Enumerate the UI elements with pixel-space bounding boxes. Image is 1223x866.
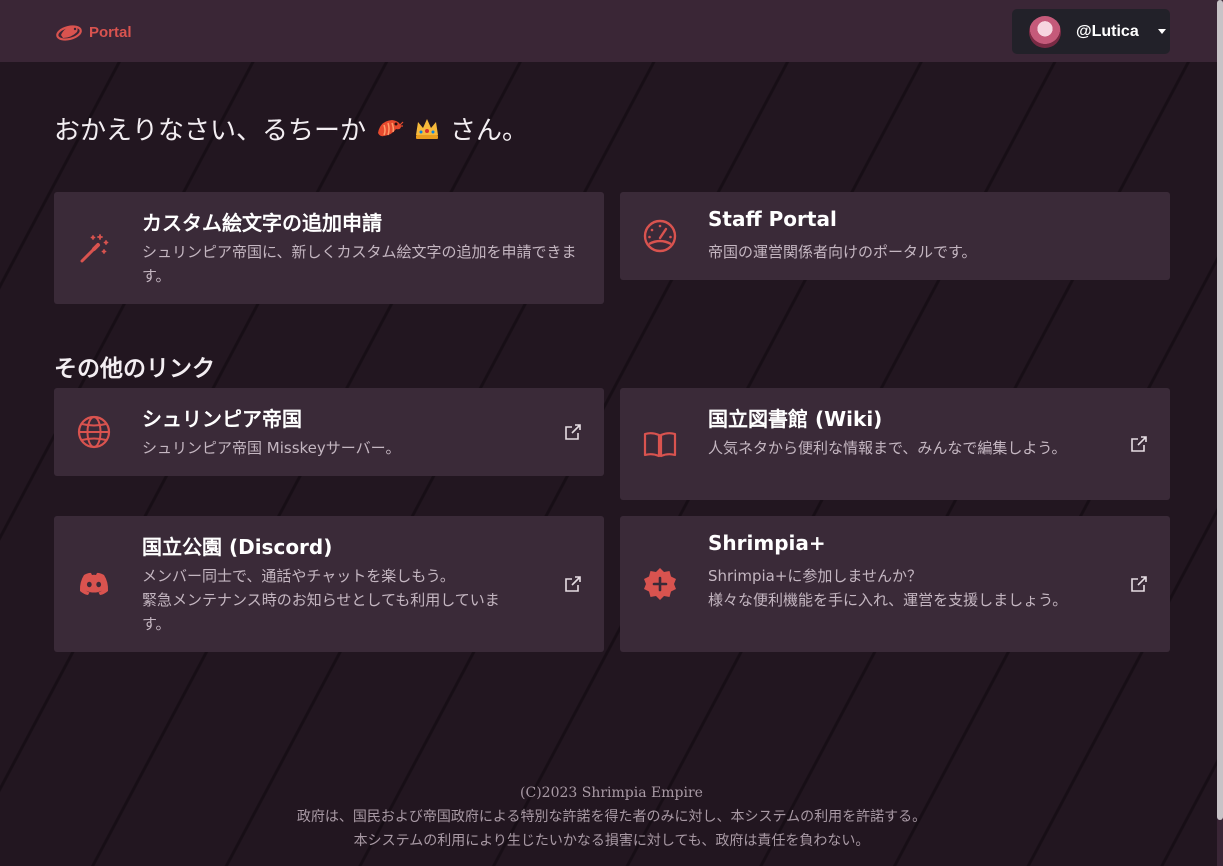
card-description: メンバー同士で、通話やチャットを楽しもう。 緊急メンテナンス時のお知らせとしても… [142, 564, 502, 636]
footer: (C)2023 Shrimpia Empire 政府は、国民および帝国政府による… [0, 781, 1223, 853]
card-title: 国立図書館 (Wiki) [708, 407, 883, 431]
external-link-icon [564, 423, 582, 441]
open-book-icon [642, 426, 678, 462]
caret-down-icon [1157, 29, 1166, 34]
link-card-discord[interactable]: 国立公園 (Discord) メンバー同士で、通話やチャットを楽しもう。 緊急メ… [54, 516, 604, 652]
scrollbar-thumb[interactable] [1217, 0, 1223, 820]
external-link-icon [564, 575, 582, 593]
user-menu-button[interactable]: @Lutica [1012, 9, 1170, 54]
link-card-shrimpia-empire[interactable]: シュリンピア帝国 シュリンピア帝国 Misskeyサーバー。 [54, 388, 604, 476]
external-link-icon [1130, 435, 1148, 453]
card-title: シュリンピア帝国 [142, 407, 302, 431]
footer-license: 政府は、国民および帝国政府による特別な許諾を得た者のみに対し、本システムの利用を… [296, 809, 927, 825]
shrimp-logo-icon [56, 25, 82, 41]
card-title: Staff Portal [708, 207, 837, 231]
brand-link[interactable]: Portal [55, 18, 132, 46]
card-description-line: メンバー同士で、通話やチャットを楽しもう。 [142, 567, 455, 585]
magic-wand-icon [76, 230, 112, 266]
external-link-icon [1130, 575, 1148, 593]
other-links-heading: その他のリンク [54, 356, 215, 382]
user-name: @Lutica [1076, 22, 1139, 40]
card-description-line: Shrimpia+に参加しませんか？ [708, 567, 922, 585]
footer-disclaimer: 本システムの利用により生じたいかなる損害に対しても、政府は責任を負わない。 [353, 833, 870, 849]
discord-icon [76, 566, 112, 602]
link-card-wiki[interactable]: 国立図書館 (Wiki) 人気ネタから便利な情報まで、みんなで編集しよう。 [620, 388, 1170, 500]
navbar: Portal @Lutica [0, 0, 1223, 62]
greeting-prefix: おかえりなさい、るちーか [54, 115, 367, 146]
greeting-suffix: さん。 [450, 115, 529, 146]
speedometer-icon [642, 218, 678, 254]
card-description-line: 様々な便利機能を手に入れ、運営を支援しましょう。 [708, 591, 1068, 609]
card-title: 国立公園 (Discord) [142, 535, 333, 559]
card-description: 人気ネタから便利な情報まで、みんなで編集しよう。 [708, 439, 1067, 457]
card-description: Shrimpia+に参加しませんか？ 様々な便利機能を手に入れ、運営を支援しまし… [708, 564, 1068, 612]
footer-copyright: (C)2023 Shrimpia Empire [520, 785, 703, 801]
card-staff-portal[interactable]: Staff Portal 帝国の運営関係者向けのポータルです。 [620, 192, 1170, 280]
globe-icon [76, 414, 112, 450]
card-title: Shrimpia+ [708, 531, 826, 555]
scrollbar-track[interactable] [1217, 0, 1223, 866]
card-title: カスタム絵文字の追加申請 [142, 211, 382, 235]
avatar [1029, 15, 1061, 48]
plus-badge-icon [642, 566, 678, 602]
brand-name: Portal [89, 23, 132, 41]
card-description-line: 緊急メンテナンス時のお知らせとしても利用しています。 [142, 591, 500, 633]
card-description: シュリンピア帝国に、新しくカスタム絵文字の追加を申請できます。 [142, 243, 577, 285]
card-description: シュリンピア帝国 Misskeyサーバー。 [142, 439, 401, 457]
link-card-shrimpia-plus[interactable]: Shrimpia+ Shrimpia+に参加しませんか？ 様々な便利機能を手に入… [620, 516, 1170, 652]
card-description: 帝国の運営関係者向けのポータルです。 [708, 243, 977, 261]
shrimp-emoji-icon [378, 120, 404, 137]
card-custom-emoji[interactable]: カスタム絵文字の追加申請 シュリンピア帝国に、新しくカスタム絵文字の追加を申請で… [54, 192, 604, 304]
greeting-title: おかえりなさい、るちーか さん。 [54, 108, 528, 148]
crown-emoji-icon [416, 119, 439, 139]
